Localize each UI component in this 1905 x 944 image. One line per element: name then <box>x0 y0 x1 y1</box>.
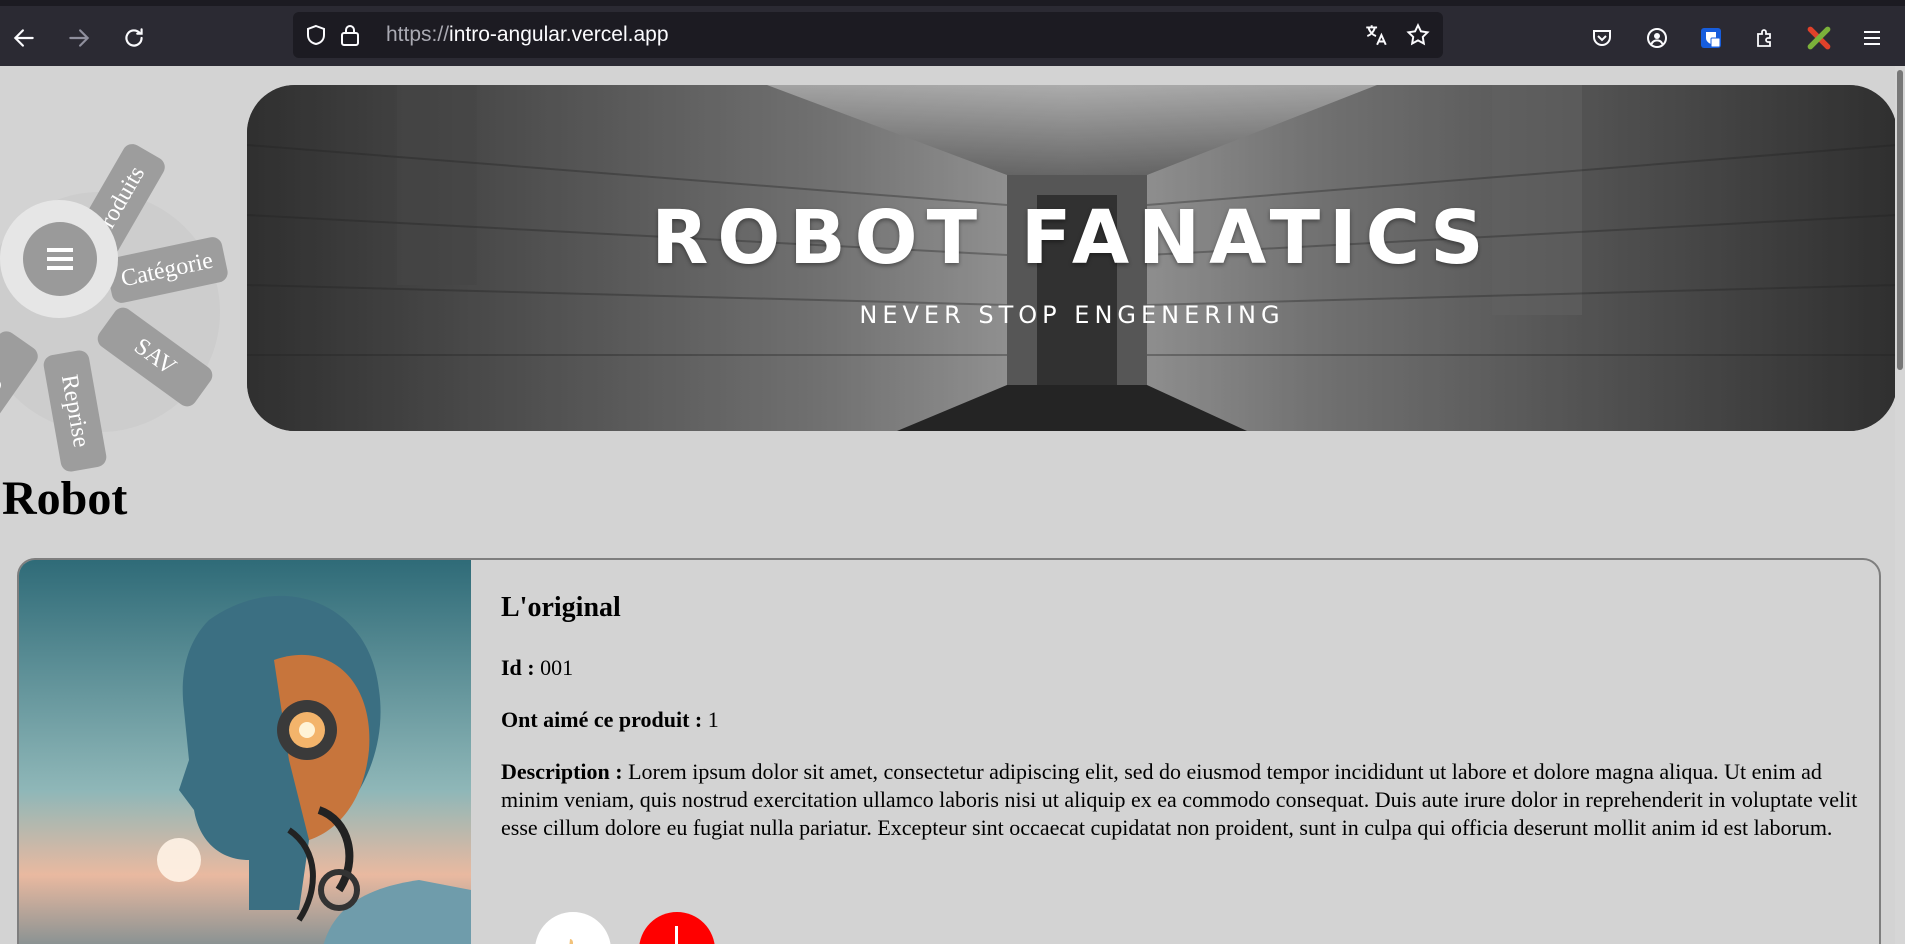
product-description-value: Lorem ipsum dolor sit amet, consectetur … <box>501 759 1858 840</box>
product-image <box>19 560 471 944</box>
product-likes-row: Ont aimé ce produit : 1 <box>501 706 719 734</box>
translate-icon[interactable] <box>1362 21 1390 49</box>
product-id-row: Id : 001 <box>501 654 573 682</box>
menu-toggle-button[interactable] <box>23 222 97 296</box>
product-description-label: Description : <box>501 759 623 784</box>
back-arrow-icon[interactable] <box>6 20 42 56</box>
menu-item-label: Reprise <box>56 372 95 450</box>
radial-menu: Produits Catégorie SAV Reprise Co <box>0 66 240 474</box>
bookmark-star-icon[interactable] <box>1404 21 1432 49</box>
pocket-icon[interactable] <box>1588 24 1616 52</box>
hero-banner: ROBOT FANATICS NEVER STOP ENGENERING <box>247 85 1897 431</box>
browser-toolbar: https://intro-angular.vercel.app <box>0 0 1905 66</box>
product-name: L'original <box>501 592 621 623</box>
url-text[interactable]: https://intro-angular.vercel.app <box>386 23 669 47</box>
product-id-value: 001 <box>540 655 574 680</box>
product-description-row: Description : Lorem ipsum dolor sit amet… <box>501 758 1871 842</box>
address-bar[interactable]: https://intro-angular.vercel.app <box>293 12 1443 58</box>
like-button[interactable] <box>535 912 611 944</box>
bitwarden-extension-icon[interactable] <box>1697 24 1725 52</box>
product-likes-value: 1 <box>707 707 719 732</box>
menu-item-label: Catégorie <box>118 247 216 292</box>
app-menu-icon[interactable] <box>1858 24 1886 52</box>
shield-icon[interactable] <box>302 21 330 49</box>
banner-title: ROBOT FANATICS <box>651 195 1493 281</box>
reload-icon[interactable] <box>116 20 152 56</box>
extensions-puzzle-icon[interactable] <box>1751 24 1779 52</box>
hamburger-icon <box>47 248 73 270</box>
product-id-label: Id : <box>501 655 535 680</box>
url-host: intro-angular.vercel.app <box>449 23 669 46</box>
url-scheme: https:// <box>386 23 450 46</box>
thumbs-up-icon <box>569 939 573 944</box>
dislike-button[interactable] <box>639 912 715 944</box>
section-title: Robot <box>2 472 128 525</box>
page-scrollbar[interactable] <box>1895 66 1905 944</box>
lock-icon[interactable] <box>336 21 364 49</box>
menu-item-label: Co <box>0 370 9 409</box>
account-icon[interactable] <box>1643 24 1671 52</box>
product-likes-label: Ont aimé ce produit : <box>501 707 703 732</box>
colorful-x-extension-icon[interactable] <box>1805 24 1833 52</box>
forward-arrow-icon[interactable] <box>61 20 97 56</box>
thumbs-down-icon <box>675 926 678 944</box>
banner-subtitle: NEVER STOP ENGENERING <box>859 301 1285 329</box>
product-card: L'original Id : 001 Ont aimé ce produit … <box>17 558 1881 944</box>
scrollbar-thumb[interactable] <box>1897 70 1903 370</box>
page-content: Produits Catégorie SAV Reprise Co ROBOT … <box>0 66 1905 944</box>
